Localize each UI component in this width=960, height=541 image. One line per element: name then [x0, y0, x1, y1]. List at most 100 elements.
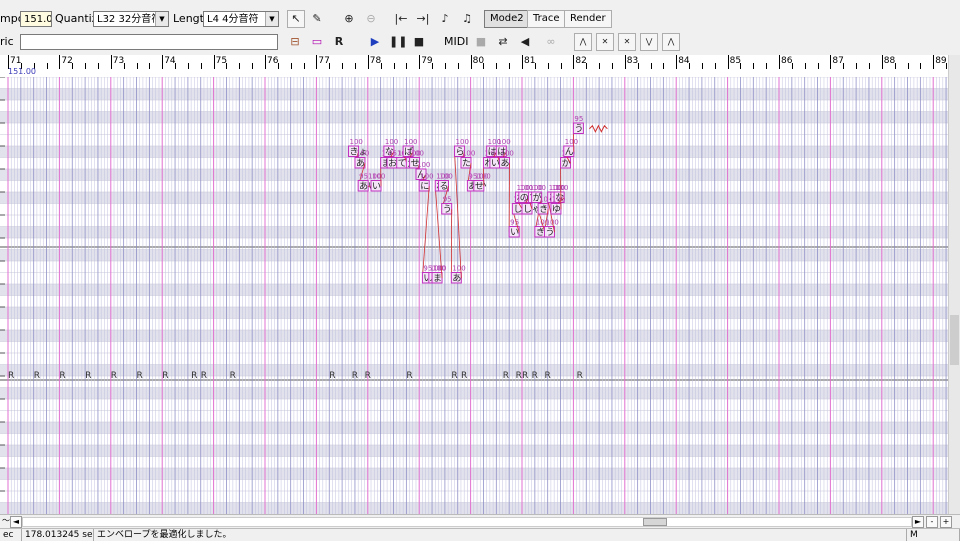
measure-number: 80	[473, 56, 484, 66]
measure-number: 83	[627, 56, 638, 66]
rest-marker: R	[201, 371, 207, 381]
measure-tick	[933, 55, 934, 69]
length-value: L4 4分音符	[207, 14, 258, 25]
glasses-icon[interactable]: ∞	[542, 33, 560, 51]
rest-marker: R	[162, 371, 168, 381]
measure-ruler[interactable]: 71727374757677787980818283848586878889	[0, 55, 948, 70]
note-velocity: 100	[555, 184, 568, 192]
scroll-left-button[interactable]: ◄	[10, 516, 22, 528]
note-lyric: あ	[452, 273, 461, 284]
rest-marker: R	[111, 371, 117, 381]
go-start-icon[interactable]: |←	[392, 10, 410, 28]
volume-icon[interactable]: ◀	[516, 33, 534, 51]
note-lyric: う	[443, 204, 452, 215]
status-message: エンベロープを最適化しました。	[94, 529, 906, 541]
measure-number: 84	[678, 56, 689, 66]
measure-number: 85	[730, 56, 741, 66]
zoom-out-icon[interactable]: ⊖	[362, 10, 380, 28]
piano-roll-canvas[interactable]: RRRRRRRRRRRRRRRRRRRRRR100きょ100あ95100あい10…	[0, 77, 948, 514]
note-join-icon[interactable]: ♫	[458, 10, 476, 28]
rest-marker: R	[352, 371, 358, 381]
rest-marker: R	[406, 371, 412, 381]
pointer-icon[interactable]: ↖	[287, 10, 305, 28]
measure-number: 82	[575, 56, 586, 66]
measure-number: 89	[935, 56, 946, 66]
measure-number: 87	[832, 56, 843, 66]
envelope-tool-4-icon[interactable]: ⋁	[640, 33, 658, 51]
measure-number: 86	[781, 56, 792, 66]
rest-marker: R	[137, 371, 143, 381]
status-cell-unit: ec	[0, 529, 22, 541]
record-icon[interactable]: ■	[472, 33, 490, 51]
note-velocity: 100	[456, 138, 469, 146]
note-velocity: 100	[565, 138, 578, 146]
piano-roll[interactable]: RRRRRRRRRRRRRRRRRRRRRR100きょ100あ95100あい10…	[0, 77, 948, 514]
envelope-tool-2-icon[interactable]: ✕	[596, 33, 614, 51]
rest-insert-icon[interactable]: ⊟	[286, 33, 304, 51]
note-velocity: 100	[350, 138, 363, 146]
measure-tick	[882, 55, 883, 69]
rest-marker: R	[532, 371, 538, 381]
zoom-in-icon[interactable]: ⊕	[340, 10, 358, 28]
measure-number: 88	[884, 56, 895, 66]
render-button[interactable]: Render	[564, 10, 612, 28]
zoom-out-button[interactable]: -	[926, 516, 938, 528]
tempo-field[interactable]: 151.0	[20, 11, 52, 27]
main-toolbar: mpo 151.0 Quantize L32 32分音符 ▼ Length L4…	[0, 6, 960, 32]
note-velocity: 100	[452, 265, 465, 273]
note-lyric: た	[462, 158, 471, 169]
length-select[interactable]: L4 4分音符 ▼	[203, 11, 279, 27]
envelope-tool-3-icon[interactable]: ✕	[618, 33, 636, 51]
stop-icon[interactable]: ■	[410, 33, 428, 51]
measure-tick	[419, 55, 420, 69]
lyric-input[interactable]	[20, 34, 278, 50]
pencil-icon[interactable]: ✎	[308, 10, 326, 28]
vertical-scroll-thumb[interactable]	[950, 315, 959, 365]
envelope-tool-5-icon[interactable]: ⋀	[662, 33, 680, 51]
pause-icon[interactable]: ❚❚	[388, 33, 406, 51]
lyric-edit-icon[interactable]: ▭	[308, 33, 326, 51]
measure-tick	[573, 55, 574, 69]
note-velocity: 100	[552, 196, 565, 204]
trace-button[interactable]: Trace	[527, 10, 566, 28]
mode2-button[interactable]: Mode2	[484, 10, 530, 28]
horizontal-scrollbar[interactable]: ～ ◄ ► - +	[0, 514, 960, 529]
zoom-in-button[interactable]: +	[940, 516, 952, 528]
measure-number: 71	[10, 56, 21, 66]
note-velocity: 100	[462, 150, 475, 158]
note-lyric: い	[372, 182, 381, 192]
status-mode: M	[906, 529, 960, 541]
measure-number: 75	[216, 56, 227, 66]
play-icon[interactable]: ▶	[366, 33, 384, 51]
note-velocity: 100	[433, 265, 446, 273]
note-split-icon[interactable]: ♪	[436, 10, 454, 28]
envelope-tool-1-icon[interactable]: ⋀	[574, 33, 592, 51]
note-velocity: 95	[510, 219, 519, 227]
rest-marker: R	[577, 371, 583, 381]
measure-tick	[162, 55, 163, 69]
measure-tick	[830, 55, 831, 69]
note-velocity: 100	[475, 173, 488, 181]
measure-number: 73	[113, 56, 124, 66]
rest-icon[interactable]: R	[330, 33, 348, 51]
note-lyric: せ	[475, 181, 484, 192]
horizontal-scroll-thumb[interactable]	[643, 518, 667, 526]
status-time: 178.013245 sec	[22, 529, 94, 541]
vertical-scrollbar[interactable]	[948, 55, 960, 514]
scroll-right-button[interactable]: ►	[912, 516, 924, 528]
tempo-marker[interactable]: 151.00	[8, 67, 36, 76]
horizontal-scroll-track[interactable]	[22, 517, 912, 527]
measure-tick	[728, 55, 729, 69]
rest-marker: R	[451, 371, 457, 381]
rest-marker: R	[522, 371, 528, 381]
measure-number: 74	[164, 56, 175, 66]
note-lyric: か	[562, 158, 571, 169]
tempo-track[interactable]: 151.00	[0, 69, 948, 77]
quantize-select[interactable]: L32 32分音符 ▼	[93, 11, 169, 27]
lyric-label: ric	[0, 35, 14, 48]
go-end-icon[interactable]: →|	[414, 10, 432, 28]
note-lyric: て	[398, 159, 407, 169]
loop-icon[interactable]: ⇄	[494, 33, 512, 51]
note-lyric: し	[513, 204, 522, 215]
note-velocity: 100	[533, 184, 546, 192]
